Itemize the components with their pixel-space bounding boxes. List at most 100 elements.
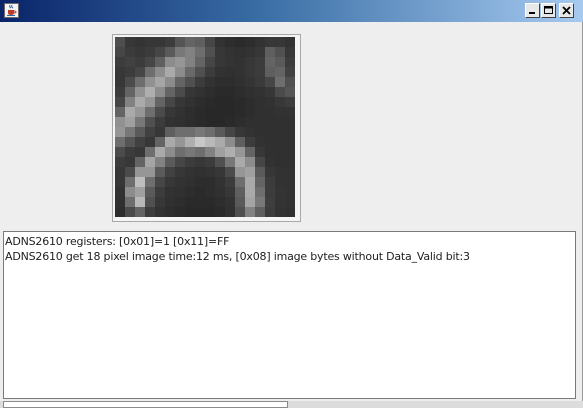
- sensor-pixel: [195, 117, 205, 127]
- sensor-pixel: [125, 117, 135, 127]
- sensor-pixel: [175, 47, 185, 57]
- sensor-pixel: [195, 107, 205, 117]
- sensor-pixel: [275, 137, 285, 147]
- sensor-pixel: [245, 147, 255, 157]
- command-input[interactable]: [3, 401, 288, 408]
- sensor-pixel: [185, 77, 195, 87]
- sensor-pixel: [165, 177, 175, 187]
- sensor-pixel: [155, 37, 165, 47]
- sensor-pixel: [115, 187, 125, 197]
- sensor-pixel: [185, 107, 195, 117]
- sensor-pixel: [205, 97, 215, 107]
- sensor-pixel: [145, 77, 155, 87]
- log-line: ADNS2610 registers: [0x01]=1 [0x11]=FF: [5, 235, 230, 248]
- sensor-pixel: [135, 147, 145, 157]
- sensor-pixel: [135, 127, 145, 137]
- sensor-pixel: [235, 127, 245, 137]
- sensor-pixel: [125, 57, 135, 67]
- sensor-pixel: [265, 177, 275, 187]
- sensor-pixel: [215, 57, 225, 67]
- sensor-pixel: [155, 167, 165, 177]
- sensor-pixel: [135, 187, 145, 197]
- sensor-pixel: [245, 37, 255, 47]
- sensor-pixel: [245, 67, 255, 77]
- sensor-pixel: [185, 127, 195, 137]
- close-icon: [562, 6, 571, 15]
- sensor-pixel: [185, 147, 195, 157]
- sensor-pixel: [215, 37, 225, 47]
- sensor-pixel: [235, 147, 245, 157]
- sensor-pixel: [195, 57, 205, 67]
- sensor-pixel: [275, 177, 285, 187]
- sensor-pixel: [235, 97, 245, 107]
- sensor-pixel: [265, 187, 275, 197]
- sensor-pixel: [195, 127, 205, 137]
- sensor-pixel: [265, 207, 275, 217]
- sensor-pixel: [265, 117, 275, 127]
- sensor-pixel: [275, 77, 285, 87]
- sensor-pixel: [235, 67, 245, 77]
- sensor-pixel: [225, 67, 235, 77]
- sensor-pixel: [285, 47, 295, 57]
- sensor-pixel: [285, 197, 295, 207]
- sensor-pixel: [135, 137, 145, 147]
- sensor-pixel: [235, 117, 245, 127]
- sensor-pixel: [125, 47, 135, 57]
- sensor-pixel: [145, 137, 155, 147]
- sensor-pixel: [215, 147, 225, 157]
- sensor-pixel: [285, 97, 295, 107]
- sensor-pixel: [285, 77, 295, 87]
- sensor-pixel: [215, 197, 225, 207]
- sensor-pixel: [265, 197, 275, 207]
- sensor-pixel: [165, 107, 175, 117]
- sensor-pixel: [175, 57, 185, 67]
- sensor-pixel: [275, 117, 285, 127]
- sensor-pixel: [225, 107, 235, 117]
- sensor-pixel: [145, 187, 155, 197]
- sensor-pixel: [155, 57, 165, 67]
- sensor-pixel: [135, 67, 145, 77]
- sensor-pixel: [135, 87, 145, 97]
- sensor-pixel: [245, 117, 255, 127]
- sensor-pixel: [225, 207, 235, 217]
- title-bar[interactable]: [0, 0, 583, 22]
- sensor-pixel: [225, 147, 235, 157]
- sensor-pixel: [155, 147, 165, 157]
- sensor-pixel: [195, 97, 205, 107]
- sensor-pixel: [165, 197, 175, 207]
- sensor-pixel: [205, 127, 215, 137]
- sensor-pixel: [265, 57, 275, 67]
- sensor-pixel: [275, 197, 285, 207]
- sensor-pixel: [285, 207, 295, 217]
- sensor-pixel: [235, 87, 245, 97]
- sensor-pixel: [205, 107, 215, 117]
- close-button[interactable]: [559, 3, 574, 18]
- java-cup-icon[interactable]: [4, 3, 19, 18]
- maximize-button[interactable]: [541, 3, 556, 18]
- minimize-button[interactable]: [525, 3, 540, 18]
- sensor-pixel: [175, 197, 185, 207]
- sensor-pixel: [275, 167, 285, 177]
- sensor-pixel: [145, 87, 155, 97]
- sensor-pixel: [205, 67, 215, 77]
- sensor-pixel: [195, 177, 205, 187]
- sensor-pixel: [155, 67, 165, 77]
- sensor-pixel: [255, 187, 265, 197]
- sensor-pixel: [125, 207, 135, 217]
- sensor-pixel: [215, 127, 225, 137]
- sensor-pixel: [215, 67, 225, 77]
- sensor-pixel: [265, 167, 275, 177]
- sensor-pixel: [195, 47, 205, 57]
- sensor-pixel: [115, 207, 125, 217]
- sensor-pixel: [195, 187, 205, 197]
- sensor-pixel: [195, 87, 205, 97]
- sensor-pixel: [145, 177, 155, 187]
- sensor-pixel: [215, 207, 225, 217]
- sensor-pixel: [135, 97, 145, 107]
- sensor-pixel: [175, 37, 185, 47]
- log-text-area[interactable]: ADNS2610 registers: [0x01]=1 [0x11]=FF A…: [3, 231, 576, 399]
- sensor-pixel: [205, 207, 215, 217]
- sensor-pixel: [205, 187, 215, 197]
- sensor-image: [115, 37, 295, 217]
- sensor-pixel: [125, 167, 135, 177]
